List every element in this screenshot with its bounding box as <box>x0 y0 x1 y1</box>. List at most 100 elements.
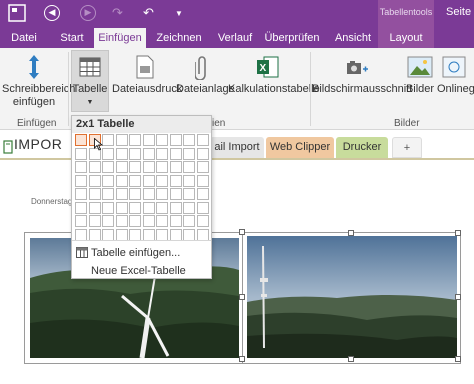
table-size-cell[interactable] <box>196 174 209 187</box>
table-size-cell[interactable] <box>169 188 182 200</box>
table-size-cell[interactable] <box>129 174 141 187</box>
bildschirmausschnitt-button[interactable]: Bildschirmausschnitt <box>312 54 412 96</box>
table-size-cell[interactable] <box>88 215 101 227</box>
table-size-cell[interactable] <box>75 174 87 187</box>
table-size-cell[interactable] <box>183 188 195 200</box>
redo-icon[interactable]: ↷ <box>112 4 123 22</box>
section-tab-mail-import[interactable]: ail Import <box>210 137 264 158</box>
table-size-cell[interactable] <box>156 215 168 227</box>
table-size-cell[interactable] <box>75 215 87 227</box>
resize-handle[interactable] <box>455 294 461 300</box>
table-size-cell[interactable] <box>196 188 209 200</box>
table-size-cell[interactable] <box>169 134 182 146</box>
notebook-title[interactable]: IMPOR <box>14 136 62 152</box>
table-size-cell[interactable] <box>183 201 195 214</box>
insert-table-menu-item[interactable]: Tabelle einfügen... <box>91 247 180 259</box>
table-size-cell[interactable] <box>183 228 195 241</box>
resize-handle[interactable] <box>455 356 461 362</box>
table-size-cell[interactable] <box>102 228 114 241</box>
tab-layout[interactable]: Layout <box>382 28 430 48</box>
table-size-cell[interactable] <box>115 188 128 200</box>
table-size-cell[interactable] <box>129 215 141 227</box>
table-size-cell[interactable] <box>183 134 195 146</box>
table-size-cell[interactable] <box>129 161 141 173</box>
table-size-cell[interactable] <box>102 188 114 200</box>
table-size-cell[interactable] <box>129 228 141 241</box>
notebook-icon[interactable] <box>3 140 13 157</box>
tab-start[interactable]: Start <box>54 28 90 48</box>
table-size-cell[interactable] <box>75 147 87 160</box>
table-size-cell[interactable] <box>129 201 141 214</box>
table-size-cell[interactable] <box>115 134 128 146</box>
resize-handle[interactable] <box>239 229 245 235</box>
table-size-cell[interactable] <box>183 161 195 173</box>
table-size-cell[interactable] <box>183 174 195 187</box>
table-size-cell[interactable] <box>75 134 87 146</box>
table-size-cell[interactable] <box>102 134 114 146</box>
resize-handle[interactable] <box>348 230 354 236</box>
table-size-cell[interactable] <box>75 188 87 200</box>
table-size-cell[interactable] <box>156 161 168 173</box>
table-size-cell[interactable] <box>102 215 114 227</box>
table-size-cell[interactable] <box>169 161 182 173</box>
table-size-cell[interactable] <box>142 161 155 173</box>
tab-verlauf[interactable]: Verlauf <box>212 28 258 48</box>
table-size-cell[interactable] <box>169 201 182 214</box>
table-size-cell[interactable] <box>115 215 128 227</box>
table-size-cell[interactable] <box>196 161 209 173</box>
table-size-cell[interactable] <box>115 201 128 214</box>
table-size-cell[interactable] <box>196 147 209 160</box>
table-size-cell[interactable] <box>156 147 168 160</box>
table-size-cell[interactable] <box>88 188 101 200</box>
tab-einfuegen[interactable]: Einfügen <box>94 28 146 48</box>
table-size-cell[interactable] <box>169 215 182 227</box>
table-size-cell[interactable] <box>142 134 155 146</box>
table-size-cell[interactable] <box>156 201 168 214</box>
resize-handle[interactable] <box>455 230 461 236</box>
table-size-cell[interactable] <box>156 174 168 187</box>
add-section-button[interactable]: + <box>392 137 422 158</box>
table-size-cell[interactable] <box>156 188 168 200</box>
tab-datei[interactable]: Datei <box>4 28 44 48</box>
table-size-cell[interactable] <box>129 134 141 146</box>
table-size-cell[interactable] <box>196 228 209 241</box>
table-size-cell[interactable] <box>115 147 128 160</box>
back-icon[interactable]: ◀ <box>44 4 60 22</box>
table-size-cell[interactable] <box>142 228 155 241</box>
resize-handle[interactable] <box>348 356 354 362</box>
customize-toolbar-icon[interactable]: ▼ <box>175 4 183 22</box>
table-size-cell[interactable] <box>183 147 195 160</box>
table-size-cell[interactable] <box>156 228 168 241</box>
tower-landscape-photo[interactable] <box>247 236 457 358</box>
table-size-cell[interactable] <box>88 161 101 173</box>
table-size-cell[interactable] <box>115 228 128 241</box>
kalkulationstabelle-button[interactable]: X Kalkulationstabelle <box>228 54 320 96</box>
table-size-cell[interactable] <box>196 215 209 227</box>
undo-icon[interactable]: ↶ <box>143 4 154 22</box>
new-excel-table-menu-item[interactable]: Neue Excel-Tabelle <box>91 265 186 277</box>
table-size-cell[interactable] <box>142 215 155 227</box>
table-size-cell[interactable] <box>102 147 114 160</box>
table-size-cell[interactable] <box>169 174 182 187</box>
table-size-cell[interactable] <box>142 147 155 160</box>
table-size-cell[interactable] <box>169 147 182 160</box>
onlinebilder-button[interactable]: Onlinegr <box>437 54 474 96</box>
table-size-cell[interactable] <box>169 228 182 241</box>
tab-ansicht[interactable]: Ansicht <box>330 28 376 48</box>
onenote-icon[interactable] <box>8 4 26 22</box>
schreibbereich-button[interactable]: Schreibbereich einfügen <box>2 54 75 109</box>
table-size-cell[interactable] <box>156 134 168 146</box>
table-size-cell[interactable] <box>196 134 209 146</box>
resize-handle[interactable] <box>239 356 245 362</box>
forward-icon[interactable]: ▶ <box>80 4 96 22</box>
table-size-cell[interactable] <box>142 188 155 200</box>
table-size-cell[interactable] <box>142 201 155 214</box>
table-size-cell[interactable] <box>88 201 101 214</box>
table-size-cell[interactable] <box>102 201 114 214</box>
table-size-cell[interactable] <box>75 201 87 214</box>
table-size-cell[interactable] <box>88 228 101 241</box>
table-size-cell[interactable] <box>115 174 128 187</box>
tab-zeichnen[interactable]: Zeichnen <box>152 28 206 48</box>
page-label[interactable]: Seite <box>446 6 471 18</box>
resize-handle[interactable] <box>239 294 245 300</box>
